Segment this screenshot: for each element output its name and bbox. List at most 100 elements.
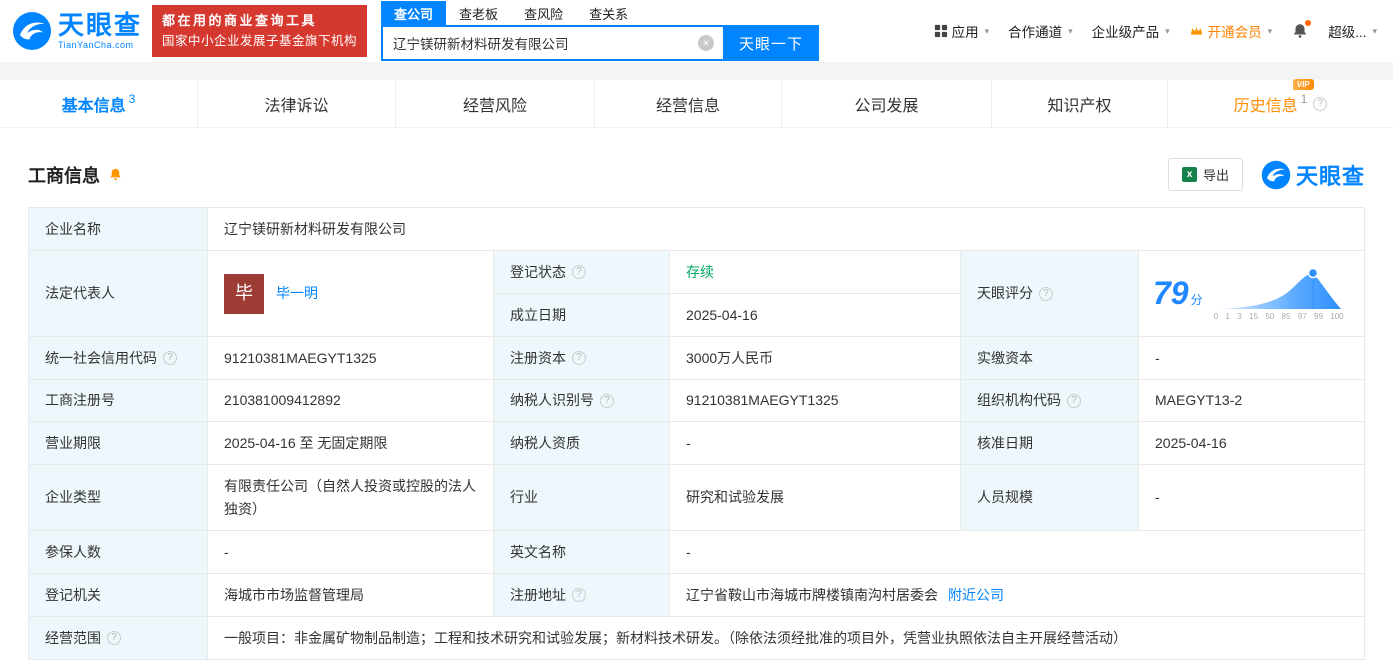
field-value-industry: 研究和试验发展 xyxy=(669,464,960,530)
business-info-table: 企业名称 辽宁镁研新材料研发有限公司 法定代表人 毕 毕一明 登记状态 ? 存续… xyxy=(28,207,1365,660)
notification-bell[interactable] xyxy=(1291,22,1309,40)
help-icon[interactable]: ? xyxy=(107,631,121,645)
address-text: 辽宁省鞍山市海城市牌楼镇南沟村居委会 xyxy=(686,585,938,606)
search-area: 查公司 查老板 查风险 查关系 ✕ 天眼一下 xyxy=(381,1,819,61)
promo-line2: 国家中小企业发展子基金旗下机构 xyxy=(162,31,357,52)
help-icon[interactable]: ? xyxy=(163,351,177,365)
field-value-approval-date: 2025-04-16 xyxy=(1138,421,1364,464)
search-tab-relation[interactable]: 查关系 xyxy=(576,1,641,25)
top-nav: 应用 ▾ 合作通道 ▾ 企业级产品 ▾ 开通会员 ▾ 超级... ▾ xyxy=(934,21,1377,41)
label-text: 登记状态 xyxy=(510,262,566,283)
chevron-down-icon: ▾ xyxy=(1068,26,1073,37)
help-icon[interactable]: ? xyxy=(572,588,586,602)
label-text: 营业期限 xyxy=(45,433,101,454)
field-label-reg-capital: 注册资本 ? xyxy=(493,336,669,379)
export-button[interactable]: x 导出 xyxy=(1168,158,1243,191)
legal-rep-link[interactable]: 毕一明 xyxy=(276,283,318,304)
field-label-score: 天眼评分 ? xyxy=(960,250,1138,336)
tab-count: 3 xyxy=(129,92,136,106)
search-tab-company[interactable]: 查公司 xyxy=(381,1,446,25)
search-type-tabs: 查公司 查老板 查风险 查关系 xyxy=(381,1,819,25)
field-label-address: 注册地址 ? xyxy=(493,573,669,616)
score-distribution-chart: 0131550859799100 xyxy=(1213,265,1345,323)
company-name: 辽宁镁研新材料研发有限公司 xyxy=(224,219,406,240)
field-label-biz-term: 营业期限 xyxy=(29,421,207,464)
label-text: 工商注册号 xyxy=(45,390,115,411)
field-label-company-type: 企业类型 xyxy=(29,464,207,530)
label-text: 天眼评分 xyxy=(977,283,1033,304)
promo-banner: 都在用的商业查询工具 国家中小企业发展子基金旗下机构 xyxy=(152,5,367,57)
score-curve xyxy=(1213,265,1345,311)
logo-domain: TianYanCha.com xyxy=(58,41,142,50)
nav-coop[interactable]: 合作通道 ▾ xyxy=(1008,21,1073,41)
field-value-taxpayer-qualification: - xyxy=(669,421,960,464)
tab-operating-risk[interactable]: 经营风险 xyxy=(396,80,595,127)
label-text: 统一社会信用代码 xyxy=(45,348,157,369)
field-label-insured-num: 参保人数 xyxy=(29,530,207,573)
search-tab-boss[interactable]: 查老板 xyxy=(446,1,511,25)
clear-search-icon[interactable]: ✕ xyxy=(698,35,714,51)
nav-open-vip[interactable]: 开通会员 ▾ xyxy=(1189,21,1273,41)
help-icon[interactable]: ? xyxy=(1039,287,1053,301)
field-value-company-name: 辽宁镁研新材料研发有限公司 xyxy=(207,208,1364,250)
label-text: 纳税人识别号 xyxy=(510,390,594,411)
tab-legal-litigation[interactable]: 法律诉讼 xyxy=(198,80,396,127)
field-label-approval-date: 核准日期 xyxy=(960,421,1138,464)
label-text: 参保人数 xyxy=(45,542,101,563)
tab-label: 知识产权 xyxy=(1047,92,1111,116)
field-label-scope: 经营范围 ? xyxy=(29,616,207,659)
section-header: 工商信息 x 导出 天眼查 xyxy=(28,158,1365,191)
nav-apps-label: 应用 xyxy=(952,21,979,41)
search-button[interactable]: 天眼一下 xyxy=(723,25,819,61)
tianyancha-wave-icon xyxy=(12,11,52,51)
label-text: 行业 xyxy=(510,487,538,508)
tab-basic-info[interactable]: 基本信息 3 xyxy=(0,80,198,127)
field-value-company-type: 有限责任公司（自然人投资或控股的法人独资） xyxy=(207,464,493,530)
excel-icon: x xyxy=(1182,167,1197,182)
scope-text: 一般项目：非金属矿物制品制造；工程和技术研究和试验发展；新材料技术研发。（除依法… xyxy=(224,627,1127,649)
nav-apps[interactable]: 应用 ▾ xyxy=(934,21,990,41)
field-label-english-name: 英文名称 xyxy=(493,530,669,573)
field-label-staff-size: 人员规模 xyxy=(960,464,1138,530)
grid-icon xyxy=(934,24,948,38)
search-button-label: 天眼一下 xyxy=(739,33,803,54)
nav-enterprise[interactable]: 企业级产品 ▾ xyxy=(1092,21,1170,41)
subscribe-bell-icon[interactable] xyxy=(108,167,123,182)
separator-band xyxy=(0,62,1393,80)
help-icon[interactable]: ? xyxy=(600,394,614,408)
nearby-companies-link[interactable]: 附近公司 xyxy=(948,585,1004,606)
field-value-paid-capital: - xyxy=(1138,336,1364,379)
tab-history-info[interactable]: 历史信息 VIP 1 ? xyxy=(1168,80,1393,127)
field-value-reg-capital: 3000万人民币 xyxy=(669,336,960,379)
field-label-paid-capital: 实缴资本 xyxy=(960,336,1138,379)
field-value-insured-num: - xyxy=(207,530,493,573)
nav-super-vip[interactable]: 超级... ▾ xyxy=(1328,21,1377,41)
field-value-biz-term: 2025-04-16 至 无固定期限 xyxy=(207,421,493,464)
vip-badge: VIP xyxy=(1293,79,1314,90)
help-icon[interactable]: ? xyxy=(1067,394,1081,408)
field-value-org-code: MAEGYT13-2 xyxy=(1138,379,1364,421)
promo-line1: 都在用的商业查询工具 xyxy=(162,10,357,31)
tab-operating-info[interactable]: 经营信息 xyxy=(595,80,782,127)
label-text: 核准日期 xyxy=(977,433,1033,454)
chevron-down-icon: ▾ xyxy=(985,26,990,37)
tab-label: 法律诉讼 xyxy=(264,92,328,116)
help-icon[interactable]: ? xyxy=(572,265,586,279)
value-text: 研究和试验发展 xyxy=(686,487,784,508)
search-tab-risk[interactable]: 查风险 xyxy=(511,1,576,25)
label-text: 组织机构代码 xyxy=(977,390,1061,411)
value-text: 2025-04-16 xyxy=(1155,433,1227,454)
tab-count: 1 xyxy=(1301,92,1308,106)
tab-intellectual-property[interactable]: 知识产权 xyxy=(992,80,1168,127)
tab-company-development[interactable]: 公司发展 xyxy=(782,80,992,127)
section-title: 工商信息 xyxy=(28,162,100,188)
watermark-text: 天眼查 xyxy=(1296,159,1365,191)
help-icon[interactable]: ? xyxy=(572,351,586,365)
search-input[interactable] xyxy=(381,25,723,61)
field-value-scope: 一般项目：非金属矿物制品制造；工程和技术研究和试验发展；新材料技术研发。（除依法… xyxy=(207,616,1364,659)
tianyancha-logo[interactable]: 天眼查 TianYanCha.com xyxy=(12,11,142,51)
chevron-down-icon: ▾ xyxy=(1165,26,1170,37)
chevron-down-icon: ▾ xyxy=(1268,26,1273,37)
info-icon[interactable]: ? xyxy=(1313,97,1327,111)
field-label-legal-rep: 法定代表人 xyxy=(29,250,207,336)
